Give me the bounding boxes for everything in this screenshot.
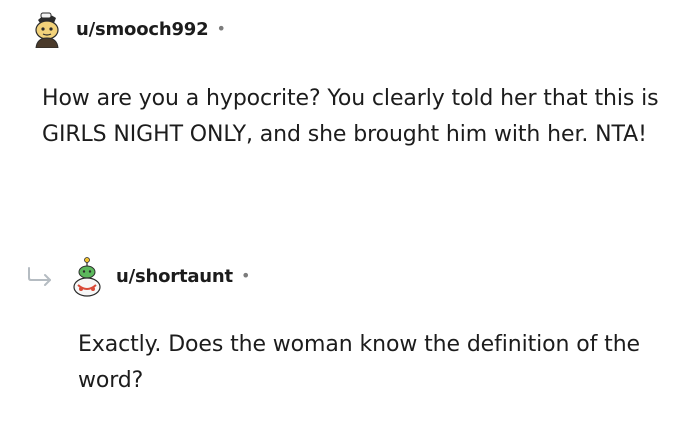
user-avatar-icon[interactable] [70, 257, 104, 297]
comment-body: How are you a hypocrite? You clearly tol… [42, 86, 659, 147]
separator-dot: • [216, 19, 226, 38]
reply-arrow-icon [28, 267, 51, 286]
comment-header: u/shortaunt • [26, 256, 251, 297]
user-avatar-icon[interactable] [30, 10, 64, 48]
username[interactable]: u/shortaunt [116, 266, 233, 287]
username[interactable]: u/smooch992 [76, 19, 209, 40]
comment-body: Exactly. Does the woman know the definit… [78, 332, 640, 393]
separator-dot: • [240, 266, 251, 285]
comment-header: u/smooch992 • [30, 10, 226, 48]
